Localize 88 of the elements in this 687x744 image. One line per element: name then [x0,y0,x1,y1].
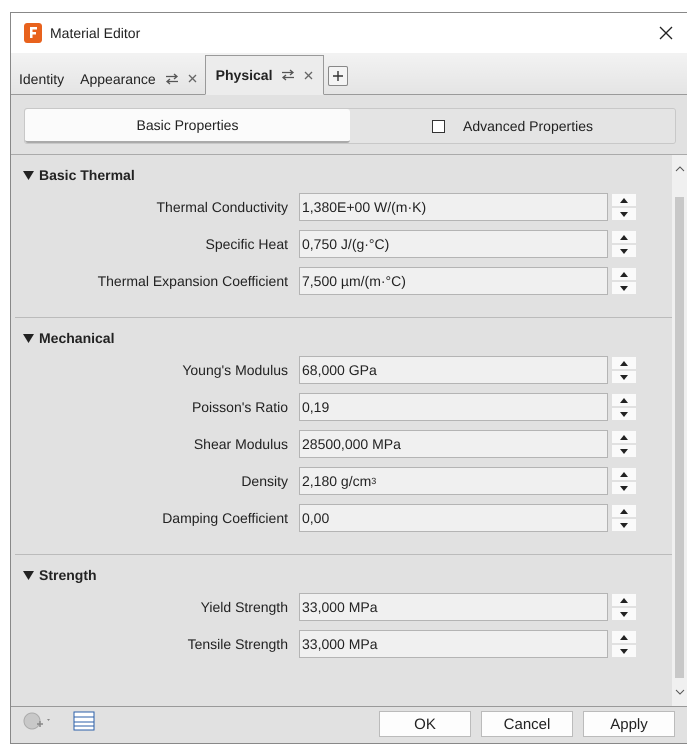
input-field[interactable]: 0,19 [299,393,608,421]
up-triangle-icon [620,634,628,640]
down-triangle-icon [620,248,628,254]
up-triangle-icon [620,234,628,240]
down-triangle-icon [620,448,628,454]
spin-up-button[interactable] [612,231,636,243]
down-triangle-icon [620,374,628,380]
spin-down-button[interactable] [612,645,636,657]
list-icon[interactable] [73,711,95,731]
field-label: Tensile Strength [186,636,289,652]
collapse-triangle-icon[interactable] [23,170,34,180]
input-field[interactable]: 33,000 MPa [299,630,608,658]
down-triangle-icon [620,486,628,490]
down-triangle-icon [620,522,628,528]
tab[interactable]: Identity [11,62,72,95]
field-label: Density [240,473,289,489]
spin-up-button[interactable] [612,357,636,369]
section-title: Basic Thermal [39,167,135,183]
spin-down-button[interactable] [612,445,636,457]
spin-down-button[interactable] [612,482,636,494]
spin-down-button[interactable] [612,371,636,383]
section-title: Mechanical [39,330,114,346]
up-triangle-icon [620,272,628,276]
window-title: Material Editor [50,25,142,41]
spin-down-button[interactable] [612,408,636,420]
spin-up-button[interactable] [612,268,636,280]
up-triangle-icon [620,398,628,402]
input-field[interactable]: 1,380E+00 W/(m·K) [299,193,608,221]
field-label: Thermal Expansion Coefficient [96,273,289,289]
field-label: Poisson's Ratio [190,399,289,415]
up-triangle-icon [620,198,628,202]
input-field[interactable]: 68,000 GPa [299,356,608,384]
tab[interactable]: Physical [204,55,324,95]
segment-button[interactable]: Advanced Properties [350,109,675,143]
section-title: Strength [39,567,97,583]
down-chevron-icon[interactable] [674,688,684,696]
close-icon[interactable] [304,70,314,80]
spin-up-button[interactable] [612,431,636,443]
field-label: Shear Modulus [192,436,289,452]
field-label: Yield Strength [200,599,289,615]
field-label: Specific Heat [204,236,289,252]
add-tab-icon[interactable] [328,66,348,86]
checkbox[interactable] [432,120,446,132]
spin-down-button[interactable] [612,208,636,220]
swap-icon[interactable] [164,72,179,84]
down-triangle-icon [620,612,628,616]
input-field[interactable]: 7,500 µm/(m·°C) [299,267,608,295]
add-globe-icon[interactable] [23,711,53,731]
tab[interactable]: Appearance [72,62,205,95]
dialog-button[interactable]: Cancel [481,711,573,737]
close-button[interactable] [659,26,673,40]
input-field[interactable]: 33,000 MPa [299,593,608,621]
app-icon [24,23,42,43]
spin-down-button[interactable] [612,245,636,257]
spin-down-button[interactable] [612,282,636,294]
spin-up-button[interactable] [612,468,636,480]
down-triangle-icon [620,286,628,290]
spin-up-button[interactable] [612,394,636,406]
up-triangle-icon [620,472,628,476]
dialog-button[interactable]: OK [379,711,471,737]
up-chevron-icon[interactable] [674,165,684,173]
down-triangle-icon [620,648,628,654]
spin-up-button[interactable] [612,194,636,206]
input-field[interactable]: 0,750 J/(g·°C) [299,230,608,258]
close-icon[interactable] [188,74,197,83]
input-field[interactable]: 0,00 [299,504,608,532]
down-triangle-icon [620,412,628,416]
up-triangle-icon [620,434,628,440]
spin-down-button[interactable] [612,519,636,531]
spin-up-button[interactable] [612,594,636,606]
scrollbar[interactable] [672,155,687,706]
segment-button[interactable]: Basic Properties [25,109,350,143]
up-triangle-icon [620,360,628,366]
dialog-button[interactable]: Apply [583,711,675,737]
collapse-triangle-icon[interactable] [23,570,34,580]
field-label: Young's Modulus [181,362,289,378]
swap-icon[interactable] [281,69,296,81]
input-field[interactable]: 2,180 g/cm$^{3}$ [299,467,608,495]
up-triangle-icon [620,598,628,602]
spin-up-button[interactable] [612,631,636,643]
up-triangle-icon [620,508,628,514]
spin-up-button[interactable] [612,505,636,517]
collapse-triangle-icon[interactable] [23,334,34,342]
field-label: Damping Coefficient [161,510,289,526]
input-field[interactable]: 28500,000 MPa [299,430,608,458]
spin-down-button[interactable] [612,608,636,620]
down-triangle-icon [620,212,628,216]
field-label: Thermal Conductivity [156,199,289,215]
